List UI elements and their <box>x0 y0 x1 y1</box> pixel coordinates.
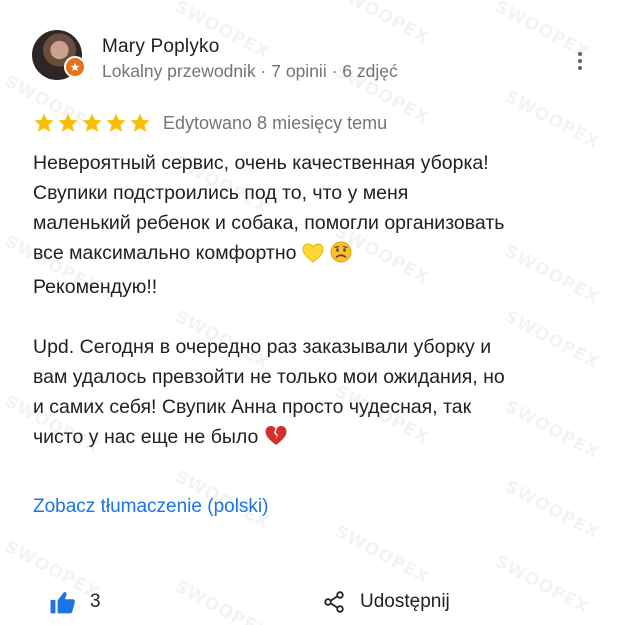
review-line: Свупики подстроились под то, что у меня <box>33 182 409 204</box>
review-line: все максимально комфортно <box>33 242 297 264</box>
review-header: Mary Poplyko Lokalny przewodnik · 7 opin… <box>32 28 592 84</box>
author-meta: Lokalny przewodnik · 7 opinii · 6 zdjęć <box>102 61 398 81</box>
yellow-heart-icon <box>302 242 324 272</box>
broken-heart-icon <box>264 425 288 456</box>
star-icon <box>34 113 54 132</box>
local-guide-badge-icon <box>64 56 86 78</box>
like-count: 3 <box>90 591 101 612</box>
star-icon <box>82 113 102 132</box>
review-line: Невероятный сервис, очень качественная у… <box>33 152 489 174</box>
star-rating <box>33 112 151 134</box>
star-icon <box>58 113 78 132</box>
review-line: вам удалось превзойти не только мои ожид… <box>33 366 505 388</box>
review-card: Mary Poplyko Lokalny przewodnik · 7 opin… <box>0 0 620 625</box>
rating-row: Edytowano 8 miesięcy temu <box>33 108 387 138</box>
thumbs-up-icon <box>50 592 75 614</box>
frowning-face-icon <box>330 241 352 272</box>
more-dot-icon <box>578 52 582 56</box>
review-line: и самих себя! Свупик Анна просто чудесна… <box>33 396 472 418</box>
author-name[interactable]: Mary Poplyko <box>102 36 220 58</box>
star-icon <box>106 113 126 132</box>
review-line-with-emoji: чисто у нас еще не было <box>33 422 593 456</box>
translate-link[interactable]: Zobacz tłumaczenie (polski) <box>33 496 268 518</box>
review-line: Upd. Сегодня в очередно раз заказывали у… <box>33 336 492 358</box>
review-line: чисто у нас еще не было <box>33 426 259 448</box>
avatar[interactable] <box>32 30 86 80</box>
share-button[interactable]: Udostępnij <box>322 590 450 614</box>
review-line-with-emoji: все максимально комфортно <box>33 238 593 272</box>
more-options-button[interactable] <box>568 46 592 76</box>
review-line: маленький ребенок и собака, помогли орга… <box>33 212 505 234</box>
like-button[interactable]: 3 <box>50 590 101 614</box>
share-icon <box>324 591 344 613</box>
edited-timestamp: Edytowano 8 miesięcy temu <box>163 112 388 133</box>
review-text: Невероятный сервис, очень качественная у… <box>33 148 593 456</box>
star-icon <box>130 113 150 132</box>
review-actions: 3 Udostępnij <box>50 590 590 622</box>
share-label: Udostępnij <box>360 591 450 612</box>
more-dot-icon <box>578 66 582 70</box>
more-dot-icon <box>578 59 582 63</box>
review-line: Рекомендую!! <box>33 276 158 298</box>
